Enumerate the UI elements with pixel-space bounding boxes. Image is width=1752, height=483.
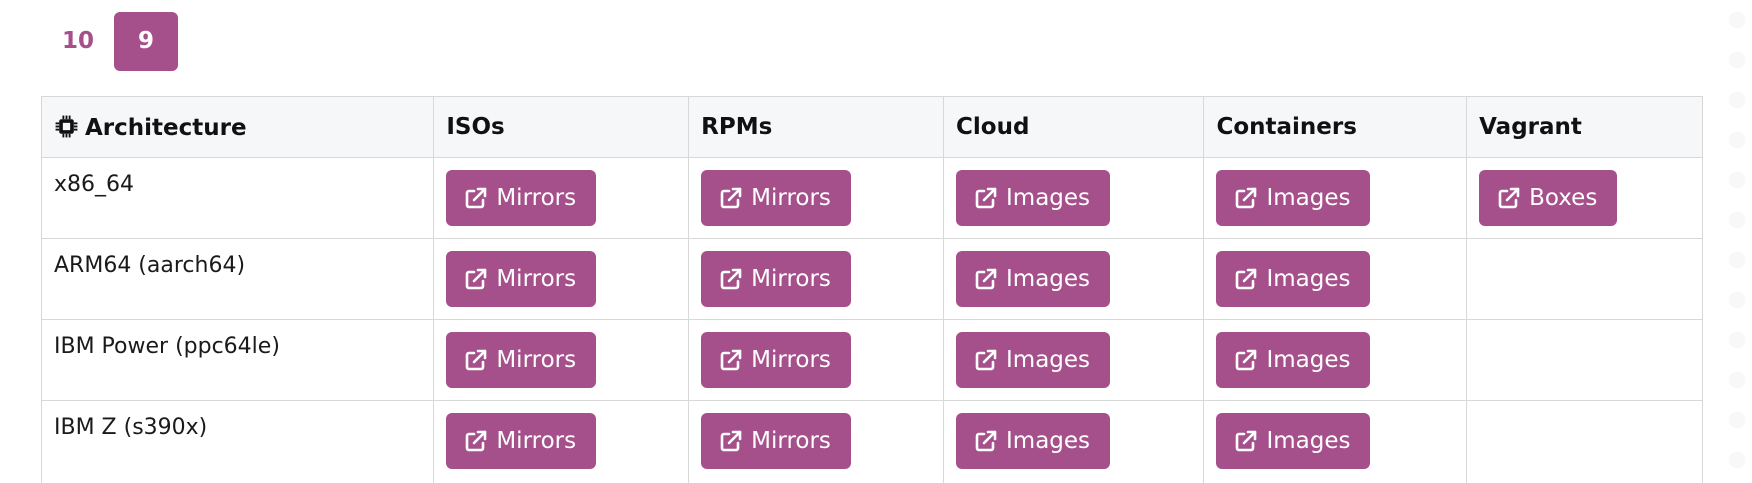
background-pattern bbox=[1722, 0, 1752, 483]
isos-cell: Mirrors bbox=[433, 238, 690, 320]
isos-cell: Mirrors bbox=[433, 400, 690, 483]
table-row: IBM Z (s390x) Mirrors Mirrors Images Images bbox=[40, 400, 1703, 483]
header-architecture-label: Architecture bbox=[85, 114, 247, 141]
cpu-chip-icon bbox=[55, 115, 78, 137]
arch-cell: x86_64 bbox=[40, 157, 435, 239]
external-link-icon bbox=[720, 187, 742, 209]
isos-cell: Mirrors bbox=[433, 157, 690, 239]
rpms-link-label: Mirrors bbox=[751, 185, 831, 211]
containers-link-label: Images bbox=[1266, 266, 1351, 292]
cloud-link-label: Images bbox=[1006, 266, 1091, 292]
external-link-icon bbox=[466, 187, 487, 209]
table-row: IBM Power (ppc64le) Mirrors Mirrors Images I… bbox=[40, 319, 1703, 401]
rpms-link-button[interactable]: Mirrors bbox=[701, 413, 851, 469]
cloud-link-button[interactable]: Images bbox=[956, 170, 1111, 226]
external-link-icon bbox=[720, 268, 742, 290]
containers-link-label: Images bbox=[1266, 347, 1351, 373]
external-link-icon bbox=[720, 349, 742, 371]
external-link-icon bbox=[975, 268, 997, 290]
arch-name: IBM Z (s390x) bbox=[54, 415, 208, 440]
isos-cell: Mirrors bbox=[433, 319, 690, 401]
external-link-icon bbox=[466, 430, 487, 452]
rpms-cell: Mirrors bbox=[688, 319, 945, 401]
isos-link-label: Mirrors bbox=[496, 185, 577, 211]
arch-cell: ARM64 (aarch64) bbox=[40, 238, 435, 320]
external-link-icon bbox=[466, 349, 487, 371]
cloud-link-button[interactable]: Images bbox=[956, 332, 1111, 388]
rpms-cell: Mirrors bbox=[688, 157, 945, 239]
cloud-cell: Images bbox=[943, 157, 1205, 239]
isos-link-button[interactable]: Mirrors bbox=[446, 251, 597, 307]
arch-name: ARM64 (aarch64) bbox=[54, 253, 246, 278]
containers-link-label: Images bbox=[1266, 185, 1351, 211]
table-row: x86_64 Mirrors Mirrors Images Images Boxes bbox=[40, 157, 1703, 239]
isos-link-label: Mirrors bbox=[496, 266, 577, 292]
external-link-icon bbox=[1498, 187, 1520, 209]
header-rpms: RPMs bbox=[688, 96, 945, 158]
isos-link-button[interactable]: Mirrors bbox=[446, 332, 597, 388]
cloud-link-button[interactable]: Images bbox=[956, 251, 1111, 307]
vagrant-cell bbox=[1466, 400, 1703, 483]
page: 10 9 Architecture ISOs RPMs Cloud Contai… bbox=[0, 0, 1752, 483]
isos-link-label: Mirrors bbox=[496, 428, 577, 454]
cloud-cell: Images bbox=[943, 319, 1205, 401]
external-link-icon bbox=[1236, 187, 1257, 209]
header-architecture: Architecture bbox=[40, 96, 435, 158]
header-isos: ISOs bbox=[433, 96, 690, 158]
containers-link-button[interactable]: Images bbox=[1216, 170, 1371, 226]
architecture-table: Architecture ISOs RPMs Cloud Containers … bbox=[40, 96, 1703, 483]
arch-name: x86_64 bbox=[54, 172, 135, 197]
header-cloud: Cloud bbox=[943, 96, 1205, 158]
rpms-link-label: Mirrors bbox=[751, 266, 831, 292]
cloud-link-label: Images bbox=[1006, 428, 1091, 454]
vagrant-cell: Boxes bbox=[1466, 157, 1703, 239]
isos-link-label: Mirrors bbox=[496, 347, 577, 373]
arch-name: IBM Power (ppc64le) bbox=[54, 334, 280, 359]
vagrant-link-label: Boxes bbox=[1529, 185, 1598, 211]
arch-cell: IBM Power (ppc64le) bbox=[40, 319, 435, 401]
containers-cell: Images bbox=[1203, 400, 1468, 483]
cloud-cell: Images bbox=[943, 238, 1205, 320]
vagrant-cell bbox=[1466, 319, 1703, 401]
external-link-icon bbox=[466, 268, 487, 290]
table-row: ARM64 (aarch64) Mirrors Mirrors Images Image… bbox=[40, 238, 1703, 320]
rpms-link-label: Mirrors bbox=[751, 428, 831, 454]
cloud-link-label: Images bbox=[1006, 347, 1091, 373]
isos-link-button[interactable]: Mirrors bbox=[446, 170, 597, 226]
external-link-icon bbox=[975, 430, 997, 452]
table-header-row: Architecture ISOs RPMs Cloud Containers … bbox=[40, 96, 1703, 158]
rpms-link-button[interactable]: Mirrors bbox=[701, 332, 851, 388]
cloud-cell: Images bbox=[943, 400, 1205, 483]
rpms-cell: Mirrors bbox=[688, 238, 945, 320]
header-vagrant: Vagrant bbox=[1466, 96, 1703, 158]
containers-cell: Images bbox=[1203, 319, 1468, 401]
external-link-icon bbox=[975, 187, 997, 209]
containers-link-button[interactable]: Images bbox=[1216, 413, 1371, 469]
header-containers: Containers bbox=[1203, 96, 1468, 158]
rpms-link-button[interactable]: Mirrors bbox=[701, 170, 851, 226]
external-link-icon bbox=[1236, 268, 1257, 290]
tab-version-9[interactable]: 9 bbox=[114, 12, 178, 71]
vagrant-link-button[interactable]: Boxes bbox=[1479, 170, 1618, 226]
table-body: x86_64 Mirrors Mirrors Images Images Boxes ARM… bbox=[40, 157, 1703, 483]
external-link-icon bbox=[975, 349, 997, 371]
rpms-link-button[interactable]: Mirrors bbox=[701, 251, 851, 307]
cloud-link-label: Images bbox=[1006, 185, 1091, 211]
version-tabs: 10 9 bbox=[52, 12, 178, 71]
vagrant-cell bbox=[1466, 238, 1703, 320]
external-link-icon bbox=[1236, 430, 1257, 452]
containers-cell: Images bbox=[1203, 157, 1468, 239]
arch-cell: IBM Z (s390x) bbox=[40, 400, 435, 483]
tab-version-10[interactable]: 10 bbox=[52, 12, 112, 71]
containers-link-label: Images bbox=[1266, 428, 1351, 454]
rpms-link-label: Mirrors bbox=[751, 347, 831, 373]
isos-link-button[interactable]: Mirrors bbox=[446, 413, 597, 469]
cloud-link-button[interactable]: Images bbox=[956, 413, 1111, 469]
external-link-icon bbox=[1236, 349, 1257, 371]
rpms-cell: Mirrors bbox=[688, 400, 945, 483]
external-link-icon bbox=[720, 430, 742, 452]
containers-link-button[interactable]: Images bbox=[1216, 332, 1371, 388]
containers-cell: Images bbox=[1203, 238, 1468, 320]
containers-link-button[interactable]: Images bbox=[1216, 251, 1371, 307]
